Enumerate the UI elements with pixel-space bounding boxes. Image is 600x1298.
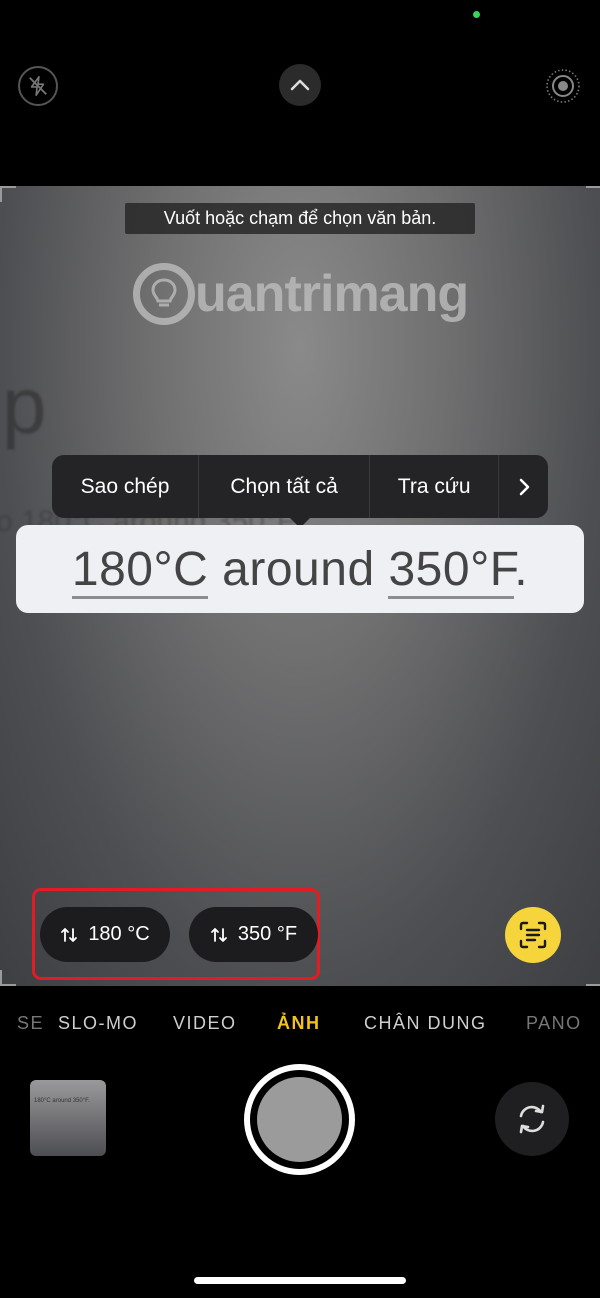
frame-corner: [0, 970, 16, 986]
menu-item-look-up[interactable]: Tra cứu: [370, 455, 500, 518]
selected-text-period: .: [514, 542, 529, 596]
mode-video[interactable]: VIDEO: [173, 1013, 237, 1034]
menu-item-copy[interactable]: Sao chép: [52, 455, 200, 518]
mode-time-lapse[interactable]: SE: [17, 1013, 44, 1034]
chevron-up-icon: [290, 79, 310, 91]
convert-icon: [61, 927, 78, 942]
selected-text-region[interactable]: 180°C around 350°F.: [16, 525, 584, 613]
watermark-logo: uantrimang: [133, 258, 469, 330]
flash-button[interactable]: [18, 66, 58, 106]
frame-corner: [586, 970, 600, 986]
selected-text-word: around: [208, 542, 389, 596]
convert-fahrenheit-chip[interactable]: 350 °F: [189, 907, 318, 962]
convert-fahrenheit-label: 350 °F: [237, 923, 298, 945]
menu-item-select-all[interactable]: Chọn tất cả: [199, 455, 371, 518]
watermark-text: uantrimang: [195, 265, 469, 323]
chevron-right-icon: [519, 478, 529, 495]
convert-celsius-chip[interactable]: 180 °C: [40, 907, 170, 962]
privacy-indicator: [473, 11, 480, 18]
last-photo-thumbnail[interactable]: 180°C around 350°F.: [30, 1080, 106, 1156]
home-indicator[interactable]: [194, 1277, 406, 1284]
thumbnail-text: 180°C around 350°F.: [34, 1098, 90, 1104]
detected-temperature-fahrenheit[interactable]: 350°F: [388, 542, 515, 599]
frame-corner: [586, 186, 600, 202]
mode-pano[interactable]: PANO: [526, 1013, 582, 1034]
shutter-inner: [255, 1075, 344, 1164]
live-text-button[interactable]: [505, 907, 561, 963]
selected-text: 180°C around 350°F.: [71, 542, 529, 599]
live-text-hint: Vuốt hoặc chạm để chọn văn bản.: [125, 203, 475, 234]
lightbulb-icon: [133, 263, 195, 325]
mode-slo-mo[interactable]: SLO-MO: [58, 1013, 138, 1034]
detected-temperature-celsius[interactable]: 180°C: [71, 542, 209, 599]
background-text: p: [2, 361, 47, 450]
live-photo-icon: [546, 69, 580, 103]
mode-photo[interactable]: ẢNH: [277, 1013, 321, 1034]
camera-mode-selector[interactable]: SE SLO-MO VIDEO ẢNH CHÂN DUNG PANO: [0, 1008, 600, 1038]
camera-flip-button[interactable]: [495, 1082, 569, 1156]
more-controls-button[interactable]: [279, 64, 321, 106]
convert-icon: [211, 927, 227, 942]
camera-flip-icon: [519, 1104, 545, 1134]
flash-off-icon: [29, 76, 47, 96]
text-context-menu: Sao chép Chọn tất cả Tra cứu: [52, 455, 548, 518]
shutter-button[interactable]: [244, 1064, 355, 1175]
menu-more-button[interactable]: [499, 455, 548, 518]
mode-portrait[interactable]: CHÂN DUNG: [364, 1013, 487, 1034]
frame-corner: [0, 186, 16, 202]
live-text-icon: [519, 921, 547, 949]
convert-celsius-label: 180 °C: [88, 923, 150, 945]
live-photo-button[interactable]: [543, 66, 583, 106]
